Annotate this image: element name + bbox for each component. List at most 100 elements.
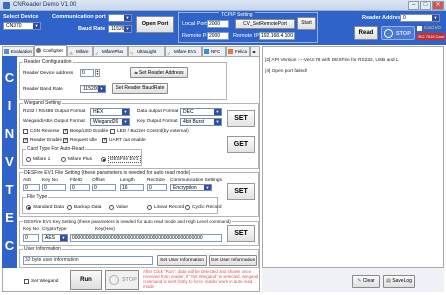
- run-button[interactable]: Run: [70, 270, 102, 290]
- user-info-input[interactable]: 32 byte user information: [23, 256, 153, 265]
- fileid-input[interactable]: 0: [70, 184, 90, 191]
- data-output-select[interactable]: DEC ▼: [180, 108, 222, 116]
- key-output-select[interactable]: 4bit Burst ▼: [180, 118, 222, 126]
- chevron-down-icon: ▼: [122, 109, 129, 115]
- backup-data-radio[interactable]: [67, 205, 72, 210]
- card-io-checkbox[interactable]: [417, 26, 422, 31]
- csn-reverse-checkbox[interactable]: [23, 129, 28, 134]
- tab-mifareplus[interactable]: ✓ MifarePlus: [93, 46, 128, 56]
- broom-icon: ✎: [357, 278, 362, 284]
- rs232-format-select[interactable]: HEX ▼: [90, 108, 130, 116]
- set-reader-address-button[interactable]: ⇆ Set Reader Address: [130, 67, 188, 78]
- minimize-button[interactable]: –: [408, 1, 419, 10]
- savelog-button[interactable]: ▤ SaveLog: [383, 275, 415, 288]
- keyno-input[interactable]: 0: [42, 184, 66, 191]
- chevron-down-icon: ▼: [98, 86, 105, 92]
- wiegand-group: Wiegand Setting R232 / RS485 Output Form…: [19, 100, 259, 169]
- mifare-plus-radio[interactable]: [61, 157, 66, 162]
- start-button[interactable]: Start: [297, 17, 316, 30]
- set-wiegand-checkbox[interactable]: [24, 279, 29, 284]
- reader-enable-checkbox[interactable]: [23, 137, 28, 143]
- aid-input[interactable]: 0: [23, 184, 40, 191]
- clear-button[interactable]: ✎ Clear: [352, 275, 380, 288]
- wiegand-set-button[interactable]: SET: [227, 110, 255, 127]
- brand-letter: V: [5, 154, 14, 169]
- set-remote-port-button[interactable]: CV_SetRemotePort: [235, 19, 295, 29]
- length-input[interactable]: 16: [120, 184, 144, 191]
- length-label: Length: [120, 178, 135, 183]
- card-type-title: Card Type For Auto-Read: [26, 146, 85, 152]
- desfire-file-set-button[interactable]: SET: [227, 183, 255, 200]
- close-button[interactable]: ✕: [432, 1, 444, 10]
- brand-side-strip: C I N V T E C: [2, 56, 17, 268]
- offset-input[interactable]: 0: [92, 184, 116, 191]
- local-port-input[interactable]: 2000: [207, 20, 229, 28]
- get-user-info-button[interactable]: Get User Information: [209, 255, 257, 266]
- footer-stop-button[interactable]: STOP: [105, 270, 139, 290]
- wiegand-format-select[interactable]: Wiegand26 ▼: [90, 118, 130, 126]
- led-buzzer-checkbox[interactable]: [110, 129, 115, 134]
- crypto-type-select[interactable]: AES ▼: [42, 234, 68, 242]
- desfire-key-group: DESFire EV1 Key Setting (these parameter…: [19, 219, 259, 246]
- desfire-key-set-button[interactable]: SET: [227, 225, 255, 242]
- gear-icon: [36, 48, 41, 53]
- card-io-label: Card I/O: [424, 25, 442, 30]
- set-user-info-button[interactable]: Set User Information: [157, 255, 207, 266]
- comm-settings-label: Communication Settings: [170, 178, 222, 183]
- key-keyno-input[interactable]: 0: [23, 234, 39, 242]
- tab-nfc[interactable]: NFC: [202, 46, 226, 56]
- tab-mifare-ev1[interactable]: ✓ Mifare EV1: [165, 46, 202, 56]
- recsize-input[interactable]: 0: [147, 184, 167, 191]
- crypto-type-label: CryptoType: [42, 227, 67, 232]
- device-address-label: Reader Device address: [23, 71, 74, 76]
- comm-port-select[interactable]: ▼: [108, 14, 132, 22]
- request-idle-checkbox[interactable]: [63, 137, 68, 143]
- chevron-down-icon: ▼: [432, 15, 439, 21]
- header-stop-button[interactable]: STOP: [381, 26, 415, 40]
- connection-header: Select Device CN370 ▼ Communication port …: [0, 11, 446, 45]
- request-idle-label: Request Idle: [70, 138, 97, 143]
- reader-enable-label: Reader Enable: [30, 138, 63, 143]
- value-radio[interactable]: [109, 205, 114, 210]
- tab-scroll-arrows[interactable]: ◂▸: [250, 46, 260, 56]
- local-port-label: Local Port: [182, 21, 207, 27]
- select-device-label: Select Device: [3, 14, 39, 20]
- reader-address-label: Reader Address: [362, 15, 404, 21]
- beep-led-checkbox[interactable]: [63, 128, 68, 134]
- file-type-title: File Type: [26, 194, 49, 200]
- title-bar: CNReader Demo V1.00 – □ ✕: [0, 0, 446, 11]
- uart-out-checkbox[interactable]: [102, 137, 107, 143]
- device-select[interactable]: CN370 ▼: [3, 22, 41, 30]
- key-hex-input[interactable]: 0000000000000000000000000000000000000000…: [70, 234, 222, 242]
- band-rate-select[interactable]: 115200 ▼: [80, 85, 106, 93]
- chevron-down-icon: ▼: [204, 185, 211, 190]
- iso-card-badge[interactable]: ISO 7816 Card: [417, 33, 445, 40]
- maximize-button[interactable]: □: [420, 1, 431, 10]
- tab-felica[interactable]: Felica: [226, 46, 250, 56]
- ultralight-icon: ✎: [130, 51, 134, 56]
- std-data-radio[interactable]: [26, 205, 31, 210]
- tab-ultralight[interactable]: ✎ UltraLight: [128, 46, 165, 56]
- brand-letter: C: [4, 238, 15, 253]
- wiegand-get-button[interactable]: GET: [227, 136, 255, 153]
- address-spinner[interactable]: ▲ ▼: [95, 69, 100, 77]
- device-address-input[interactable]: 0: [80, 69, 94, 77]
- felica-icon: [228, 49, 233, 54]
- baud-rate-select[interactable]: 115200 ▼: [108, 25, 132, 33]
- tab-evaluation[interactable]: Evaluation: [2, 46, 34, 56]
- std-data-label: Standard Data: [33, 205, 64, 210]
- reader-address-select[interactable]: 0 ▼: [400, 14, 440, 22]
- cyclic-record-radio[interactable]: [185, 205, 190, 210]
- desfire-radio[interactable]: [101, 157, 106, 162]
- tab-mifare[interactable]: ⚠ Mifare: [67, 46, 93, 56]
- remote-port-input[interactable]: 2000: [207, 32, 229, 40]
- remote-ip-input[interactable]: 192.168.4.100: [259, 32, 295, 40]
- chevron-down-icon: ▼: [33, 23, 40, 29]
- open-port-button[interactable]: Open Port: [136, 16, 174, 33]
- mifare1-radio[interactable]: [26, 157, 31, 162]
- desfire-key-title: DESFire EV1 Key Setting (these parameter…: [23, 219, 232, 224]
- set-baud-rate-button[interactable]: Set Reader BaudRate: [112, 83, 168, 94]
- comm-settings-select[interactable]: Encryption ▼: [170, 184, 212, 191]
- read-button[interactable]: Read: [354, 26, 378, 40]
- linear-record-radio[interactable]: [147, 205, 152, 210]
